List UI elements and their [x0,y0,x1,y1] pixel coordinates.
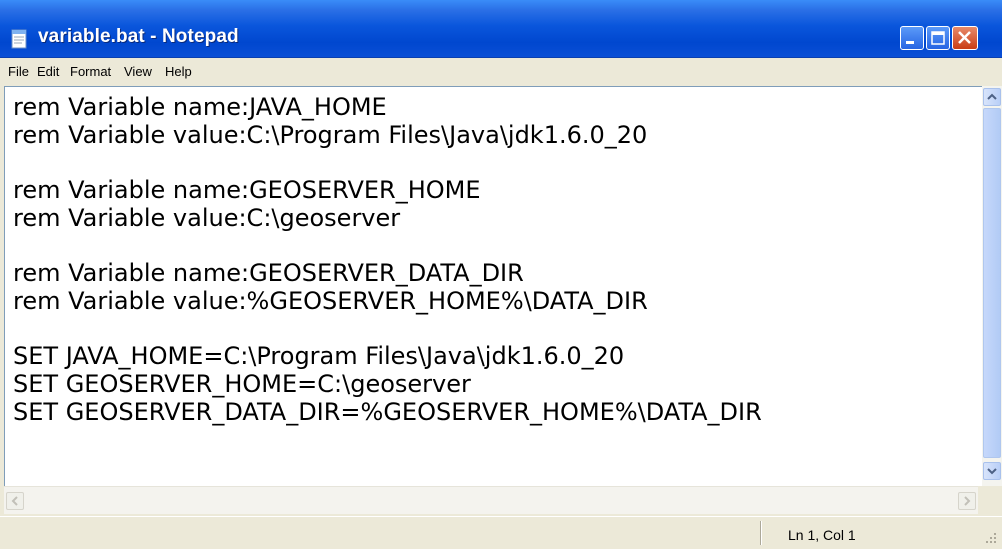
menu-view[interactable]: View [124,64,152,79]
text-line: SET JAVA_HOME=C:\Program Files\Java\jdk1… [13,342,625,371]
text-line: rem Variable name:JAVA_HOME [13,93,387,121]
text-line [13,149,973,177]
menu-file[interactable]: File [8,64,29,79]
scroll-up-button[interactable] [983,88,1001,106]
close-button[interactable] [952,26,978,50]
text-line: rem Variable value:C:\geoserver [13,203,401,232]
text-line [13,232,973,260]
text-line [13,316,973,344]
close-icon [958,31,971,44]
menu-help[interactable]: Help [165,64,192,79]
text-line: rem Variable value:C:\Program Files\Java… [13,120,648,149]
text-editor[interactable]: rem Variable name:JAVA_HOME rem Variable… [4,86,1002,514]
arrow-up-icon [987,93,997,100]
notepad-icon[interactable] [10,28,30,50]
arrow-down-icon [987,468,997,475]
minimize-icon [906,41,914,44]
status-divider [760,521,762,545]
text-line: SET GEOSERVER_HOME=C:\geoserver [13,369,471,398]
menu-edit[interactable]: Edit [37,64,59,79]
menu-bar: File Edit Format View Help [0,58,1002,85]
scroll-down-button[interactable] [983,462,1001,480]
size-grip-icon[interactable] [984,531,998,545]
vertical-scrollbar[interactable] [982,86,1002,486]
horizontal-scrollbar[interactable] [4,486,1002,514]
cursor-position: Ln 1, Col 1 [788,527,856,543]
maximize-icon [931,31,945,45]
arrow-left-icon [11,496,18,506]
document-text[interactable]: rem Variable name:JAVA_HOME rem Variable… [13,93,973,426]
scroll-right-button[interactable] [958,492,976,510]
text-line: rem Variable name:GEOSERVER_DATA_DIR [13,259,524,288]
text-line: SET GEOSERVER_DATA_DIR=%GEOSERVER_HOME%\… [13,397,762,426]
arrow-right-icon [964,496,971,506]
text-line: rem Variable name:GEOSERVER_HOME [13,176,481,205]
minimize-button[interactable] [900,26,924,50]
maximize-button[interactable] [926,26,950,50]
window-title: variable.bat - Notepad [38,26,239,47]
vertical-scroll-thumb[interactable] [983,108,1001,458]
menu-format[interactable]: Format [70,64,111,79]
notepad-window: variable.bat - Notepad File Edit Format … [0,0,1002,549]
text-line: rem Variable value:%GEOSERVER_HOME%\DATA… [13,286,648,315]
scrollbar-corner [978,486,1002,514]
status-bar: Ln 1, Col 1 [0,516,1002,549]
scroll-left-button[interactable] [6,492,24,510]
title-bar[interactable]: variable.bat - Notepad [0,0,1002,58]
